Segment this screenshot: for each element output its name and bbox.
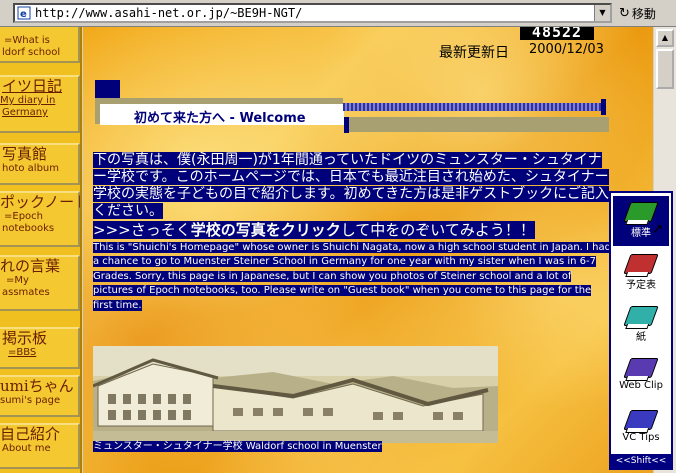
- nav-item-label: hoto album: [2, 163, 60, 174]
- mouse-cursor-icon: ➚: [652, 221, 664, 237]
- intro-english: This is "Shuichi's Homepage" whose owner…: [93, 241, 613, 313]
- nav-item-title: 写真館: [2, 145, 48, 163]
- welcome-decoration: [95, 80, 120, 98]
- blue-notebook-icon: [623, 410, 659, 430]
- photo-caption: ミュンスター・シュタイナー学校 Waldorf school in Muenst…: [93, 441, 382, 453]
- photo-caption-text: ミュンスター・シュタイナー学校 Waldorf school in Muenst…: [93, 441, 382, 452]
- nav-item-label: My diary in: [0, 95, 56, 106]
- nav-item-bbs[interactable]: 掲示板 =BBS: [0, 327, 80, 369]
- palette-item-label: Web Clip: [619, 380, 663, 391]
- nav-item-epoch[interactable]: ポックノート =Epoch notebooks: [0, 191, 80, 247]
- nav-item-label: =Epoch: [4, 211, 43, 222]
- palette-item-web-clip[interactable]: Web Clip: [613, 352, 669, 402]
- green-notebook-icon: [623, 202, 659, 222]
- address-toolbar: e http://www.asahi-net.or.jp/~BE9H-NGT/ …: [0, 0, 676, 27]
- nav-item-sister-page[interactable]: umiちゃん sumi's page: [0, 375, 80, 417]
- nav-item-label: assmates: [2, 287, 50, 298]
- address-input[interactable]: e http://www.asahi-net.or.jp/~BE9H-NGT/ …: [13, 3, 612, 23]
- school-photo[interactable]: [93, 346, 498, 443]
- palette-item-label: VC Tips: [622, 432, 660, 443]
- red-notebook-icon: [623, 254, 659, 274]
- intro-click-bold: 学校の写真をクリック: [190, 221, 341, 239]
- svg-text:e: e: [20, 9, 27, 20]
- purple-notebook-icon: [623, 358, 659, 378]
- nav-item-label: =My: [6, 275, 29, 286]
- nav-item-classmates[interactable]: れの言葉 =My assmates: [0, 255, 80, 311]
- nav-item-title: れの言葉: [0, 257, 61, 275]
- go-button-label: 移動: [631, 6, 656, 21]
- go-button[interactable]: ↻ 移動: [619, 3, 675, 23]
- intro-click-prefix: >>>さっそく: [93, 221, 191, 239]
- intro-japanese-text: 下の写真は、僕(永田周一)が1年間通っていたドイツのミュンスター・シュタイナー学…: [93, 152, 609, 219]
- address-url: http://www.asahi-net.or.jp/~BE9H-NGT/: [35, 6, 303, 20]
- nav-item-label: =BBS: [8, 347, 37, 358]
- palette-item-paper[interactable]: 紙: [613, 300, 669, 350]
- nav-item-label: About me: [2, 443, 51, 454]
- nav-item-label: ldorf school: [2, 47, 61, 58]
- intro-english-text: This is "Shuichi's Homepage" whose owner…: [93, 242, 611, 311]
- palette-shift-button[interactable]: <<Shift<<: [611, 454, 671, 468]
- palette-item-label: 紙: [636, 332, 646, 343]
- welcome-rule: [343, 103, 605, 111]
- school-building-image: [93, 346, 498, 443]
- palette-item-schedule[interactable]: 予定表: [613, 248, 669, 298]
- page-icon: e: [17, 6, 31, 20]
- nav-item-title: umiちゃん: [0, 377, 74, 395]
- scroll-thumb[interactable]: [656, 49, 674, 89]
- nav-item-diary[interactable]: イツ日記 My diary in Germany: [0, 75, 80, 133]
- nav-item-label: Germany: [2, 107, 48, 118]
- nav-item-label: sumi's page: [0, 395, 61, 406]
- nav-item-label: =What is: [4, 35, 50, 46]
- welcome-rule-end: [601, 99, 606, 115]
- palette-item-label: 予定表: [626, 280, 656, 291]
- address-dropdown-icon[interactable]: ▼: [594, 5, 610, 21]
- nav-item-waldorf[interactable]: =What is ldorf school: [0, 27, 80, 63]
- nav-item-title: 自己紹介: [0, 425, 61, 443]
- go-arrow-icon: ↻: [619, 5, 630, 21]
- left-nav-frame: =What is ldorf school イツ日記 My diary in G…: [0, 27, 82, 473]
- intro-click-line: >>>さっそく学校の写真をクリックして中をのぞいてみよう！！: [93, 221, 535, 239]
- intro-click-suffix: して中をのぞいてみよう！！: [340, 221, 535, 239]
- last-updated-label: 最新更新日: [439, 45, 509, 61]
- palette-item-vc-tips[interactable]: VC Tips: [613, 404, 669, 454]
- main-content-frame: 48522 最新更新日 2000/12/03 初めて来た方へ - Welcome…: [83, 27, 653, 473]
- nav-item-label: notebooks: [2, 223, 55, 234]
- last-updated-date: 2000/12/03: [529, 42, 604, 57]
- access-counter: 48522: [520, 27, 594, 40]
- nav-item-about-me[interactable]: 自己紹介 About me: [0, 423, 80, 469]
- intro-japanese: 下の写真は、僕(永田周一)が1年間通っていたドイツのミュンスター・シュタイナー学…: [93, 152, 613, 220]
- nav-item-title: ポックノート: [0, 193, 82, 211]
- scroll-up-icon[interactable]: ▲: [656, 29, 674, 47]
- welcome-heading: 初めて来た方へ - Welcome: [134, 111, 306, 126]
- welcome-underbar: [349, 117, 609, 132]
- nav-item-photo-album[interactable]: 写真館 hoto album: [0, 143, 80, 185]
- nav-item-title: イツ日記: [2, 77, 63, 95]
- teal-notebook-icon: [623, 306, 659, 326]
- nav-item-title: 掲示板: [2, 329, 48, 347]
